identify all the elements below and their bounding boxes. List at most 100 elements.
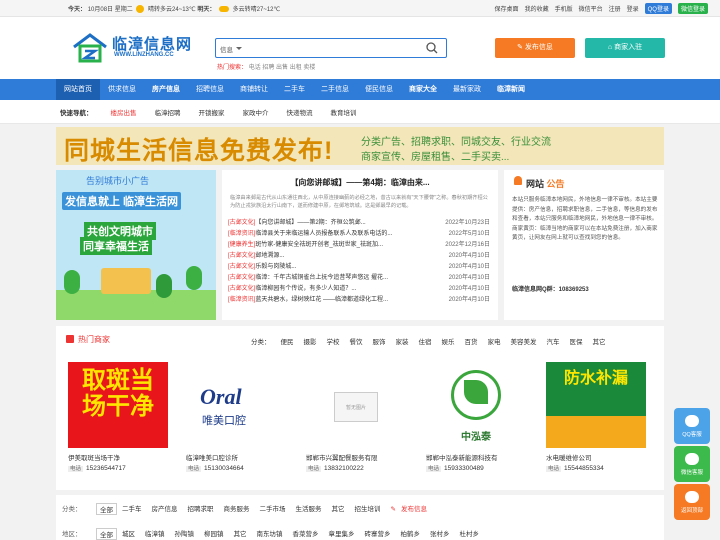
- filter-cat-all[interactable]: 全部: [96, 503, 117, 515]
- hot-search-words[interactable]: 电话 招聘 出售 出租 卖楼: [249, 65, 316, 71]
- nav-second-hand[interactable]: 二手信息: [313, 79, 357, 100]
- nav-shop-transfer[interactable]: 商铺转让: [232, 79, 276, 100]
- left-ad-image[interactable]: 告别城市小广告 发信息就上 临漳生活网 共创文明城市 同享幸福生活: [56, 170, 216, 320]
- filter-area[interactable]: 其它: [229, 528, 252, 540]
- list-item[interactable]: [古邺文化]邺地溯源... 2020年4月10日: [228, 251, 490, 262]
- merchant-cat[interactable]: 其它: [588, 336, 611, 346]
- quick-item-express[interactable]: 快递物流: [278, 107, 322, 117]
- search-category-select[interactable]: 信息: [220, 44, 242, 54]
- wechat-login-button[interactable]: 微信登录: [677, 3, 708, 14]
- back-to-top-button[interactable]: 返回顶部: [674, 484, 710, 520]
- filter-area[interactable]: 城区: [117, 528, 140, 540]
- nav-used-cars[interactable]: 二手车: [276, 79, 313, 100]
- merchant-card[interactable]: Oral 唯美口腔 临漳唯美口腔诊所 电话 15130034664: [186, 362, 286, 472]
- login-link[interactable]: 登录: [627, 4, 639, 13]
- quick-item-agency[interactable]: 家政中介: [234, 107, 278, 117]
- filter-area[interactable]: 杜村乡: [455, 528, 485, 540]
- filter-cat[interactable]: 二手车: [117, 503, 147, 515]
- featured-news: 【向您讲邮城】——第4期：临漳由来... 临漳由来邺是古代从山东通往西北，从中原…: [222, 170, 498, 320]
- notice-title: 网站 公告: [526, 177, 565, 190]
- list-item[interactable]: [古邺文化]临漳柳园有个传说，有多少人知道？... 2020年4月10日: [228, 284, 490, 295]
- filter-area[interactable]: 南东坊镇: [252, 528, 288, 540]
- filter-cat[interactable]: 招生培训: [350, 503, 386, 515]
- filter-cat[interactable]: 房产信息: [147, 503, 183, 515]
- filter-area[interactable]: 章里集乡: [324, 528, 360, 540]
- list-item[interactable]: [古邺文化]乐毅与岗陵城... 2020年4月10日: [228, 262, 490, 273]
- bell-icon: [514, 176, 522, 185]
- merchant-cat[interactable]: 汽车: [542, 336, 565, 346]
- filter-cat-label: 分类：: [62, 506, 82, 513]
- merchant-cat[interactable]: 服饰: [368, 336, 391, 346]
- merchant-cat[interactable]: 住宿: [414, 336, 437, 346]
- nav-jobs[interactable]: 招聘信息: [188, 79, 232, 100]
- quick-item-education[interactable]: 教育培训: [322, 107, 366, 117]
- nav-merchants[interactable]: 商家大全: [401, 79, 445, 100]
- nav-supply[interactable]: 供求信息: [100, 79, 144, 100]
- merchant-card[interactable]: 中泓泰 邯郸中泓泰新能源科技有 电话 15933300489: [426, 362, 526, 472]
- merchant-cat[interactable]: 家电: [483, 336, 506, 346]
- merchant-cat[interactable]: 便民: [276, 336, 299, 346]
- search-box[interactable]: 信息: [215, 38, 447, 58]
- save-desktop-link[interactable]: 保存桌面: [495, 4, 519, 13]
- filter-cat[interactable]: 商务服务: [219, 503, 255, 515]
- quick-item-locksmith[interactable]: 开锁搬家: [190, 107, 234, 117]
- merchant-cat[interactable]: 百货: [460, 336, 483, 346]
- merchant-cat[interactable]: 医保: [565, 336, 588, 346]
- list-item[interactable]: [古邺文化]【向您讲邮城】——第2期：齐桓公筑邺... 2022年10月23日: [228, 218, 490, 229]
- site-logo[interactable]: 临漳信息网 WWW.LINZHANG.CC: [72, 31, 192, 67]
- filter-area[interactable]: 柳园镇: [199, 528, 229, 540]
- list-item[interactable]: [临漳资讯]临漳县关于来临运输人员报备联系人及联系电话的... 2022年5月10…: [228, 229, 490, 240]
- filter-cat[interactable]: 招聘求职: [183, 503, 219, 515]
- cloud-icon: [219, 6, 229, 13]
- qq-service-button[interactable]: QQ客服: [674, 408, 710, 444]
- merchant-card[interactable]: 取斑当场干净 伊美取斑当场干净 电话 15236544717: [68, 362, 168, 472]
- phone-tag: 电话: [546, 466, 562, 472]
- wechat-service-button[interactable]: 微信客服: [674, 446, 710, 482]
- filter-cat[interactable]: 生活服务: [291, 503, 327, 515]
- filter-cat[interactable]: 二手市场: [255, 503, 291, 515]
- list-item[interactable]: [健康养生]斑竹家-健康安全祛斑开创者_祛斑世家_祛斑加... 2022年12月1…: [228, 240, 490, 251]
- publish-button[interactable]: ✎ 发布信息: [495, 38, 575, 58]
- search-icon[interactable]: [426, 42, 438, 54]
- hot-merchants-title: 热门商家: [66, 334, 110, 345]
- tree-icon: [156, 274, 172, 298]
- merchant-join-button[interactable]: ⌂ 商家入驻: [585, 38, 665, 58]
- filter-area[interactable]: 香菜营乡: [288, 528, 324, 540]
- filter-area[interactable]: 柏鹤乡: [396, 528, 426, 540]
- filter-cat[interactable]: 其它: [327, 503, 350, 515]
- merchant-phone: 电话 13832100222: [306, 464, 406, 472]
- wechat-platform-link[interactable]: 微信平台: [579, 4, 603, 13]
- filter-area[interactable]: 临漳镇: [140, 528, 170, 540]
- merchant-cat[interactable]: 餐饮: [345, 336, 368, 346]
- nav-home[interactable]: 网站首页: [56, 79, 100, 100]
- filter-area[interactable]: 孙陶镇: [170, 528, 200, 540]
- promo-banner[interactable]: 同城生活信息免费发布! 分类广告、招聘求职、同城交友、行业交流 商家宣传、房屋租…: [56, 127, 664, 165]
- merchant-cat[interactable]: 家装: [391, 336, 414, 346]
- merchant-cat[interactable]: 娱乐: [437, 336, 460, 346]
- merchant-cat[interactable]: 摄影: [299, 336, 322, 346]
- nav-convenience[interactable]: 便民信息: [357, 79, 401, 100]
- filter-area[interactable]: 张村乡: [425, 528, 455, 540]
- list-item[interactable]: [临漳资讯]蓝天共碧水，绿树映红花 ——临漳都道绿化工程... 2020年4月10…: [228, 295, 490, 306]
- merchant-card[interactable]: 暂无图片 邯郸市兴翼配餐服务有限 电话 13832100222: [306, 362, 406, 472]
- register-link[interactable]: 注册: [609, 4, 621, 13]
- merchant-card[interactable]: 防水补漏 水电暖维修公司 电话 15544855334: [546, 362, 646, 472]
- list-item[interactable]: [古邺文化]临漳：千年古城铜雀台上抚今追昔琴声悠远 擢花... 2020年4月10…: [228, 273, 490, 284]
- favorites-link[interactable]: 我的收藏: [525, 4, 549, 13]
- quick-item-jobs[interactable]: 临漳招聘: [146, 107, 190, 117]
- notice-qq-group: 临漳信息网Q群：108369253: [512, 287, 589, 293]
- merchant-image-text: 取斑当场干净: [82, 367, 154, 420]
- main-nav: 网站首页 供求信息 房产信息 招聘信息 商铺转让 二手车 二手信息 便民信息 商…: [0, 79, 720, 100]
- mobile-link[interactable]: 手机版: [555, 4, 573, 13]
- filter-area-all[interactable]: 全部: [96, 528, 117, 540]
- merchant-cat[interactable]: 学校: [322, 336, 345, 346]
- nav-housekeeping[interactable]: 最新家政: [445, 79, 489, 100]
- filter-area[interactable]: 砖寨营乡: [360, 528, 396, 540]
- merchant-cat[interactable]: 美容美发: [506, 336, 542, 346]
- nav-news[interactable]: 临漳新闻: [489, 79, 533, 100]
- nav-housing[interactable]: 房产信息: [144, 79, 188, 100]
- featured-title[interactable]: 【向您讲邮城】——第4期：临漳由来...: [222, 177, 498, 188]
- qq-login-button[interactable]: QQ登录: [644, 3, 672, 14]
- filter-publish-link[interactable]: ✎ 发布信息: [386, 503, 437, 515]
- quick-item-flat-sale[interactable]: 楼房出售: [102, 107, 146, 117]
